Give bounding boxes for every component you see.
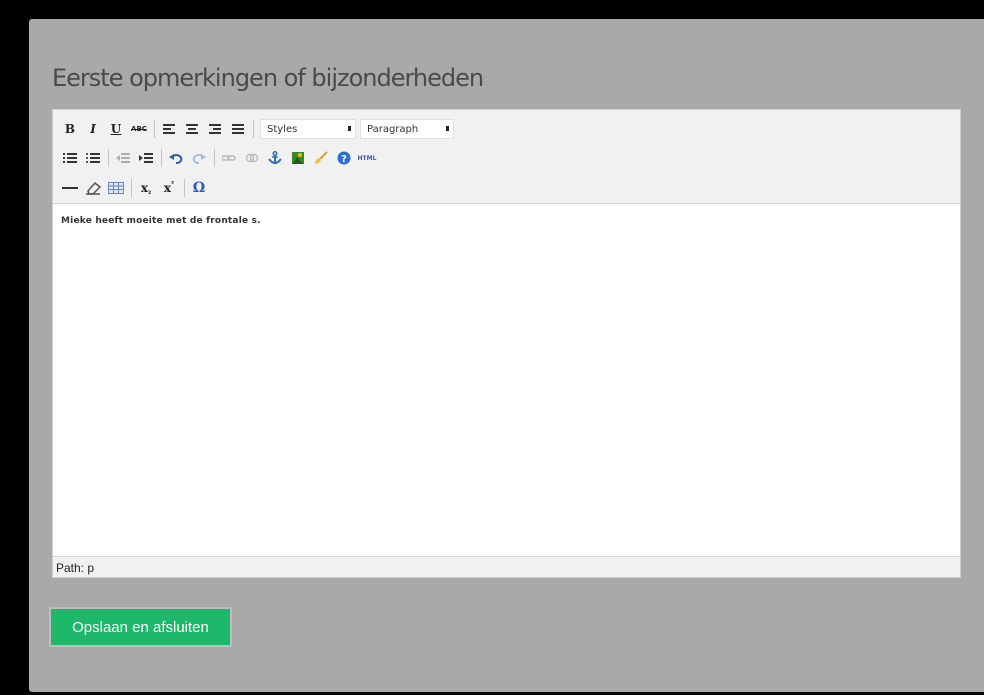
html-source-button[interactable]: HTML bbox=[357, 148, 377, 168]
horizontal-rule-button[interactable] bbox=[60, 178, 80, 198]
toolbar-row-2: ? HTML bbox=[60, 146, 380, 170]
indent-icon bbox=[139, 153, 153, 163]
eraser-icon bbox=[86, 181, 101, 195]
format-select[interactable]: Paragraph bbox=[360, 119, 454, 139]
bullet-list-icon bbox=[63, 153, 77, 163]
toolbar-row-3: x₂ x² Ω bbox=[60, 176, 212, 200]
outdent-icon bbox=[116, 153, 130, 163]
unlink-icon bbox=[245, 153, 259, 163]
numbered-list-icon bbox=[86, 153, 100, 163]
align-left-icon bbox=[163, 124, 175, 134]
subscript-label: x bbox=[140, 181, 149, 195]
toolbar-separator bbox=[184, 179, 185, 197]
italic-button[interactable]: I bbox=[83, 119, 103, 139]
dropdown-arrow-icon bbox=[446, 126, 449, 131]
editor-statusbar: Path: p bbox=[53, 558, 960, 577]
table-icon bbox=[108, 182, 124, 194]
remove-format-button[interactable] bbox=[83, 178, 103, 198]
help-button[interactable]: ? bbox=[334, 148, 354, 168]
undo-icon bbox=[169, 154, 183, 164]
anchor-icon bbox=[268, 151, 282, 164]
indent-button[interactable] bbox=[136, 148, 156, 168]
unlink-button[interactable] bbox=[242, 148, 262, 168]
underline-button[interactable]: U bbox=[106, 119, 126, 139]
rich-text-editor: B I U ABC Styles Paragraph ? HTML x ₂ x … bbox=[52, 109, 961, 578]
subscript-button[interactable]: x₂ bbox=[136, 178, 156, 198]
toolbar-separator bbox=[214, 149, 215, 167]
bullet-list-button[interactable] bbox=[60, 148, 80, 168]
subscript-marker-icon: ₂ bbox=[148, 188, 152, 196]
editor-toolbar: B I U ABC Styles Paragraph ? HTML x ₂ x … bbox=[53, 110, 960, 203]
superscript-label: x bbox=[163, 181, 172, 195]
undo-button[interactable] bbox=[166, 148, 186, 168]
dialog: Eerste opmerkingen of bijzonderheden B I… bbox=[29, 19, 984, 692]
dropdown-arrow-icon bbox=[348, 126, 351, 131]
editor-content-area[interactable]: Mieke heeft moeite met de frontale s. bbox=[53, 203, 960, 557]
align-justify-icon bbox=[232, 124, 244, 134]
editor-content-text[interactable]: Mieke heeft moeite met de frontale s. bbox=[61, 216, 261, 226]
align-center-icon bbox=[186, 124, 198, 134]
toolbar-separator bbox=[108, 149, 109, 167]
styles-select[interactable]: Styles bbox=[260, 119, 356, 139]
redo-icon bbox=[192, 154, 206, 164]
styles-select-value: Styles bbox=[267, 123, 298, 135]
toolbar-separator bbox=[131, 179, 132, 197]
strikethrough-button[interactable]: ABC bbox=[129, 119, 149, 139]
special-character-button[interactable]: Ω bbox=[189, 178, 209, 198]
align-left-button[interactable] bbox=[159, 119, 179, 139]
numbered-list-button[interactable] bbox=[83, 148, 103, 168]
align-center-button[interactable] bbox=[182, 119, 202, 139]
path-indicator[interactable]: Path: p bbox=[56, 561, 94, 575]
save-and-close-button[interactable]: Opslaan en afsluiten bbox=[49, 607, 232, 647]
image-icon bbox=[292, 152, 304, 164]
insert-image-button[interactable] bbox=[288, 148, 308, 168]
toolbar-separator bbox=[161, 149, 162, 167]
visual-aid-button[interactable] bbox=[106, 178, 126, 198]
help-icon: ? bbox=[337, 151, 351, 165]
toolbar-separator bbox=[253, 120, 254, 138]
toolbar-separator bbox=[154, 120, 155, 138]
cleanup-button[interactable] bbox=[311, 148, 331, 168]
outdent-button[interactable] bbox=[113, 148, 133, 168]
link-icon bbox=[222, 155, 236, 161]
horizontal-rule-icon bbox=[62, 187, 78, 189]
dialog-title: Eerste opmerkingen of bijzonderheden bbox=[52, 64, 484, 92]
brush-icon bbox=[315, 151, 328, 164]
redo-button[interactable] bbox=[189, 148, 209, 168]
align-right-icon bbox=[209, 124, 221, 134]
toolbar-row-1: B I U ABC Styles Paragraph bbox=[60, 117, 458, 141]
align-justify-button[interactable] bbox=[228, 119, 248, 139]
svg-text:?: ? bbox=[341, 154, 347, 165]
bold-button[interactable]: B bbox=[60, 119, 80, 139]
format-select-value: Paragraph bbox=[367, 123, 419, 135]
anchor-button[interactable] bbox=[265, 148, 285, 168]
superscript-marker-icon: ² bbox=[171, 180, 175, 188]
align-right-button[interactable] bbox=[205, 119, 225, 139]
link-button[interactable] bbox=[219, 148, 239, 168]
superscript-button[interactable]: x² bbox=[159, 178, 179, 198]
